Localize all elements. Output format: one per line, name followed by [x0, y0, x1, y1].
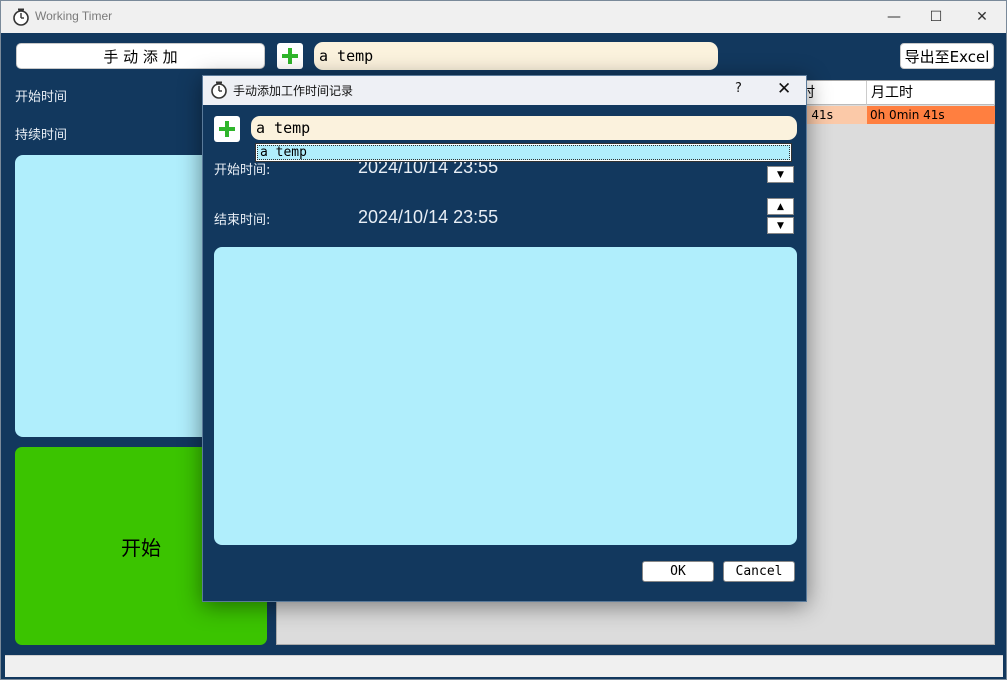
ok-button[interactable]: OK	[642, 561, 714, 582]
export-excel-label: 导出至Excel	[904, 47, 990, 66]
dialog-task-combo[interactable]: a temp	[251, 116, 797, 140]
arrow-down-icon: ▼	[777, 220, 784, 231]
close-icon: ✕	[976, 9, 988, 25]
status-bar	[5, 655, 1003, 677]
dialog-title: 手动添加工作时间记录	[233, 84, 354, 98]
arrow-down-icon: ▼	[777, 169, 784, 180]
add-task-button[interactable]	[277, 43, 303, 69]
stopwatch-icon	[13, 8, 29, 26]
table-header-hours[interactable]: 时	[797, 81, 867, 105]
dialog-add-task-button[interactable]	[214, 116, 240, 142]
export-excel-button[interactable]: 导出至Excel	[900, 43, 994, 69]
dialog-end-value[interactable]: 2024/10/14 23:55	[358, 207, 498, 228]
task-combo-value: a temp	[319, 47, 374, 65]
title-bar: Working Timer — ☐ ✕	[1, 1, 1006, 33]
dialog-task-value: a temp	[256, 119, 311, 137]
cancel-button[interactable]: Cancel	[723, 561, 795, 582]
start-down-button[interactable]: ▼	[767, 166, 794, 183]
table-header-month-hours[interactable]: 月工时	[867, 81, 995, 105]
dropdown-item[interactable]: a temp	[257, 145, 790, 160]
start-button-label: 开始	[121, 535, 161, 560]
task-dropdown-list[interactable]: a temp	[255, 143, 792, 162]
stopwatch-icon	[211, 81, 227, 99]
cancel-label: Cancel	[735, 564, 783, 579]
maximize-icon: ☐	[929, 9, 943, 25]
manual-add-label: 手 动 添 加	[103, 47, 178, 66]
arrow-up-icon: ▲	[777, 201, 784, 212]
dialog-close-button[interactable]: ✕	[777, 79, 791, 99]
manual-add-button[interactable]: 手 动 添 加	[16, 43, 265, 69]
window-title: Working Timer	[35, 9, 113, 23]
ok-label: OK	[670, 564, 686, 579]
start-time-label: 开始时间	[15, 90, 68, 105]
table-cell[interactable]: 0h 0min 41s	[867, 106, 995, 124]
close-button[interactable]: ✕	[959, 1, 1005, 33]
duration-label: 持续时间	[15, 128, 68, 143]
dialog-notes-panel[interactable]	[214, 247, 797, 545]
minimize-button[interactable]: —	[871, 1, 917, 33]
table-cell[interactable]: n 41s	[797, 106, 867, 124]
dialog-end-label: 结束时间:	[214, 213, 271, 228]
maximize-button[interactable]: ☐	[913, 1, 959, 33]
end-up-button[interactable]: ▲	[767, 198, 794, 215]
task-combo[interactable]: a temp	[314, 42, 718, 70]
help-button[interactable]: ?	[735, 81, 742, 96]
end-down-button[interactable]: ▼	[767, 217, 794, 234]
minimize-icon: —	[887, 9, 901, 25]
dialog-title-bar: 手动添加工作时间记录 ? ✕	[203, 76, 806, 105]
